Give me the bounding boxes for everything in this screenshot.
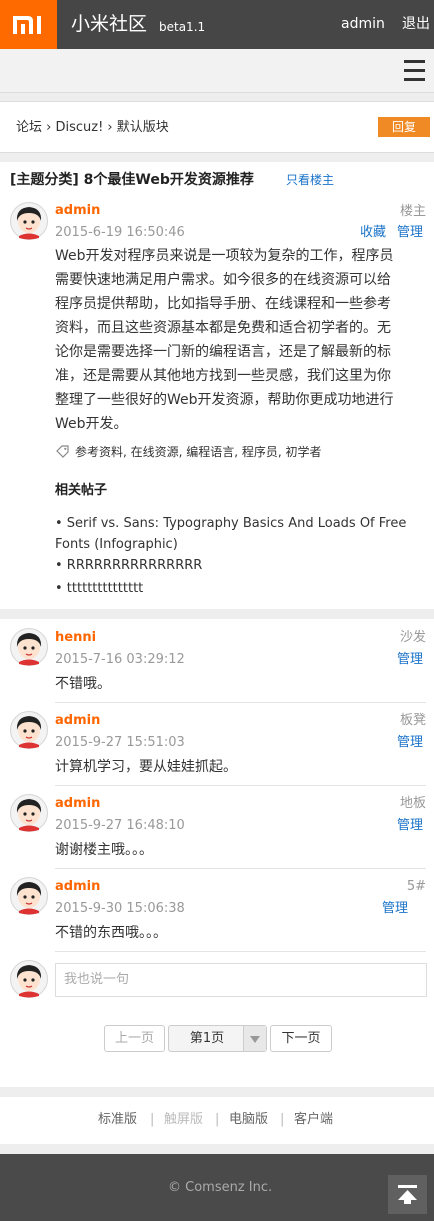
manage-link[interactable]: 管理 bbox=[397, 225, 423, 241]
post-content-line: 整理了一些很好的Web开发资源，帮助你更成功地进行 bbox=[55, 392, 394, 408]
post-content-line: 论你是需要选择一门新的编程语言，还是了解最新的标 bbox=[55, 344, 391, 360]
manage-link[interactable]: 管理 bbox=[382, 901, 408, 917]
post-content-line: Web开发。 bbox=[55, 416, 128, 432]
tag-icon bbox=[56, 445, 69, 458]
post-author[interactable]: admin bbox=[55, 203, 100, 219]
reply-author[interactable]: admin bbox=[55, 879, 100, 895]
reply-author[interactable]: admin bbox=[55, 713, 100, 729]
post-content-line: 需要快速地满足用户需求。如今很多的在线资源可以给 bbox=[55, 272, 391, 288]
divider bbox=[55, 868, 426, 869]
reply-content: 不错哦。 bbox=[55, 676, 111, 692]
only-op-link[interactable]: 只看楼主 bbox=[286, 173, 334, 187]
footer-link-client[interactable]: 客户端 bbox=[294, 1112, 333, 1128]
breadcrumb-text[interactable]: 论坛 › Discuz! › 默认版块 bbox=[16, 120, 169, 136]
footer-link-touch[interactable]: 触屏版 bbox=[164, 1112, 203, 1128]
reply-time: 2015-9-27 16:48:10 bbox=[55, 818, 185, 833]
reply-time: 2015-9-30 15:06:38 bbox=[55, 901, 185, 916]
site-title[interactable]: 小米社区 bbox=[71, 13, 147, 35]
footer-link-standard[interactable]: 标准版 bbox=[98, 1112, 137, 1128]
top-bar: 小米社区 beta1.1 admin 退出 bbox=[0, 0, 434, 49]
post-tags[interactable]: 参考资料, 在线资源, 编程语言, 程序员, 初学者 bbox=[75, 445, 322, 459]
footer-link-desktop[interactable]: 电脑版 bbox=[229, 1112, 268, 1128]
divider bbox=[55, 785, 426, 786]
avatar[interactable] bbox=[10, 711, 48, 749]
prev-page-button[interactable]: 上一页 bbox=[104, 1025, 165, 1052]
page-select[interactable]: 第1页 bbox=[168, 1025, 267, 1052]
post-time: 2015-6-19 16:50:46 bbox=[55, 225, 185, 240]
related-post-link[interactable]: • Serif vs. Sans: Typography Basics And … bbox=[55, 513, 406, 534]
reply-content: 谢谢楼主哦。。。 bbox=[55, 842, 153, 858]
menu-bar bbox=[0, 49, 434, 93]
post-content-line: Web开发对程序员来说是一项较为复杂的工作，程序员 bbox=[55, 248, 394, 264]
related-post-link[interactable]: • ttttttttttttttt bbox=[55, 578, 143, 599]
post-content-line: 资料，而且这些资源基本都是免费和适合初学者的。无 bbox=[55, 320, 391, 336]
manage-link[interactable]: 管理 bbox=[397, 818, 423, 834]
reply-time: 2015-9-27 15:51:03 bbox=[55, 735, 185, 750]
avatar[interactable] bbox=[10, 628, 48, 666]
username-link[interactable]: admin bbox=[341, 16, 385, 32]
back-to-top-icon bbox=[398, 1185, 417, 1204]
avatar[interactable] bbox=[10, 960, 48, 998]
post-content-line: 准，还是需要从其他地方找到一些灵感，我们这里为你 bbox=[55, 368, 391, 384]
favorite-link[interactable]: 收藏 bbox=[360, 225, 386, 241]
reply-author[interactable]: henni bbox=[55, 630, 96, 646]
avatar[interactable] bbox=[10, 877, 48, 915]
mi-logo-icon[interactable] bbox=[0, 0, 57, 49]
floor-label: 沙发 bbox=[399, 630, 426, 645]
thread-main-post: [主题分类] 8个最佳Web开发资源推荐 只看楼主 admin 楼主 2015-… bbox=[0, 162, 434, 609]
footer-separator: | bbox=[215, 1112, 220, 1127]
post-content: Web开发对程序员来说是一项较为复杂的工作，程序员 需要快速地满足用户需求。如今… bbox=[55, 244, 394, 436]
divider bbox=[55, 702, 426, 703]
related-posts-title: 相关帖子 bbox=[55, 483, 108, 498]
floor-label: 板凳 bbox=[399, 713, 426, 728]
copyright: © Comsenz Inc. bbox=[168, 1180, 273, 1195]
thread-title: [主题分类] 8个最佳Web开发资源推荐 bbox=[10, 172, 254, 188]
footer-separator: | bbox=[280, 1112, 285, 1127]
manage-link[interactable]: 管理 bbox=[397, 652, 423, 668]
current-page-label: 第1页 bbox=[189, 1031, 225, 1046]
reply-content: 不错的东西哦。。。 bbox=[55, 925, 167, 941]
floor-label: 地板 bbox=[399, 796, 426, 811]
hamburger-menu-icon[interactable] bbox=[404, 60, 425, 81]
related-post-link[interactable]: Fonts (Infographic) bbox=[55, 534, 178, 555]
reply-button[interactable]: 回复 bbox=[378, 117, 430, 137]
manage-link[interactable]: 管理 bbox=[397, 735, 423, 751]
reply-time: 2015-7-16 03:29:12 bbox=[55, 652, 185, 667]
footer: © Comsenz Inc. bbox=[0, 1154, 434, 1221]
avatar[interactable] bbox=[10, 202, 48, 240]
next-page-button[interactable]: 下一页 bbox=[270, 1025, 332, 1052]
footer-links: 标准版 | 触屏版 | 电脑版 | 客户端 bbox=[0, 1097, 434, 1144]
logout-link[interactable]: 退出 bbox=[402, 16, 430, 32]
floor-label: 楼主 bbox=[399, 204, 426, 219]
divider bbox=[55, 951, 426, 952]
related-post-link[interactable]: • RRRRRRRRRRRRRRR bbox=[55, 555, 202, 576]
reply-list: henni 沙发 2015-7-16 03:29:12 管理 不错哦。 admi… bbox=[0, 619, 434, 1087]
footer-separator: | bbox=[150, 1112, 155, 1127]
chevron-down-icon[interactable] bbox=[243, 1026, 266, 1051]
quick-reply-input[interactable]: 我也说一句 bbox=[55, 963, 427, 997]
version-label: beta1.1 bbox=[159, 20, 206, 34]
reply-content: 计算机学习，要从娃娃抓起。 bbox=[55, 759, 237, 775]
post-content-line: 程序员提供帮助，比如指导手册、在线课程和一些参考 bbox=[55, 296, 391, 312]
reply-author[interactable]: admin bbox=[55, 796, 100, 812]
back-to-top-button[interactable] bbox=[388, 1175, 427, 1214]
floor-label: 5# bbox=[406, 879, 426, 894]
breadcrumb: 论坛 › Discuz! › 默认版块 回复 bbox=[0, 101, 434, 153]
avatar[interactable] bbox=[10, 794, 48, 832]
